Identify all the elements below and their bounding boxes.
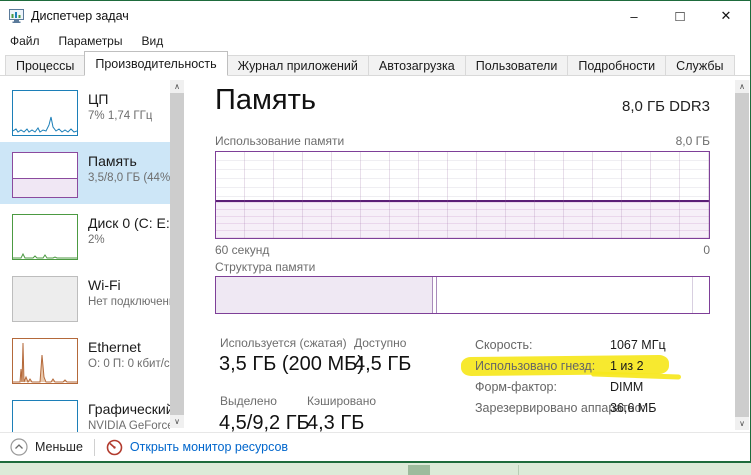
window-controls: – □ ✕ xyxy=(611,1,749,31)
sidebar-disk-title: Диск 0 (C: E: xyxy=(88,215,170,231)
page-title: Память xyxy=(215,84,316,117)
sidebar-scroll-down-icon[interactable]: ∨ xyxy=(170,415,184,428)
tab-startup[interactable]: Автозагрузка xyxy=(368,55,466,76)
ethernet-graph-thumbnail xyxy=(12,338,78,384)
sidebar-scroll-up-icon[interactable]: ∧ xyxy=(170,80,184,93)
stat-slots-label: Использовано гнезд: xyxy=(475,359,595,373)
stat-available-label: Доступно xyxy=(354,336,406,350)
sidebar-item-wifi[interactable]: Wi-Fi Нет подключени xyxy=(0,266,170,328)
composition-divider-free xyxy=(692,277,693,313)
tab-processes[interactable]: Процессы xyxy=(5,55,85,76)
sidebar-cpu-title: ЦП xyxy=(88,91,152,107)
sidebar-item-cpu[interactable]: ЦП 7% 1,74 ГГц xyxy=(0,80,170,142)
usage-chart-max-label: 8,0 ГБ xyxy=(676,134,710,148)
usage-chart-xright-label: 0 xyxy=(703,243,710,257)
sidebar-gpu-title: Графический xyxy=(88,401,170,417)
background-app-gridline xyxy=(518,465,519,475)
chevron-up-circle-icon[interactable] xyxy=(10,438,28,456)
main-scroll-thumb[interactable] xyxy=(735,93,749,417)
wifi-graph-thumbnail xyxy=(12,276,78,322)
memory-composition-bar xyxy=(215,276,710,314)
stat-reserved-value: 36,6 МБ xyxy=(610,401,656,415)
menu-bar: Файл Параметры Вид xyxy=(0,30,750,52)
stat-inuse-label: Используется (сжатая) xyxy=(220,336,347,350)
disk-graph-thumbnail xyxy=(12,214,78,260)
stat-committed-label: Выделено xyxy=(220,394,277,408)
sidebar-item-disk0[interactable]: Диск 0 (C: E: 2% xyxy=(0,204,170,266)
stat-cached-value: 4,3 ГБ xyxy=(307,412,364,432)
minimize-button[interactable]: – xyxy=(611,1,657,31)
memory-usage-graph xyxy=(215,151,710,239)
stat-inuse-value: 3,5 ГБ (200 МБ) xyxy=(219,353,364,376)
usage-grid xyxy=(216,152,709,238)
sidebar-list: ЦП 7% 1,74 ГГц Память 3,5/8,0 ГБ (44%) xyxy=(0,80,170,432)
performance-sidebar: ЦП 7% 1,74 ГГц Память 3,5/8,0 ГБ (44%) xyxy=(0,76,192,432)
sidebar-item-memory[interactable]: Память 3,5/8,0 ГБ (44%) xyxy=(0,142,170,204)
tab-app-history[interactable]: Журнал приложений xyxy=(227,55,369,76)
maximize-button[interactable]: □ xyxy=(657,1,703,31)
menu-file[interactable]: Файл xyxy=(10,34,40,48)
sidebar-item-gpu[interactable]: Графический NVIDIA GeForce ( xyxy=(0,390,170,432)
stat-available-value: 4,5 ГБ xyxy=(354,353,411,376)
task-manager-window: Диспетчер задач – □ ✕ Файл Параметры Вид… xyxy=(0,0,751,475)
usage-chart-label: Использование памяти xyxy=(215,134,344,148)
tab-bar: Процессы Производительность Журнал прило… xyxy=(0,52,750,76)
menu-view[interactable]: Вид xyxy=(141,34,163,48)
composition-divider-modified xyxy=(436,277,437,313)
sidebar-memory-title: Память xyxy=(88,153,170,169)
task-manager-icon xyxy=(9,9,24,23)
stat-speed-label: Скорость: xyxy=(475,338,532,352)
tab-users[interactable]: Пользователи xyxy=(465,55,569,76)
memory-graph-thumbnail xyxy=(12,152,78,198)
close-button[interactable]: ✕ xyxy=(703,1,749,31)
tab-services[interactable]: Службы xyxy=(665,55,734,76)
stat-formfactor-label: Форм-фактор: xyxy=(475,380,557,394)
window-title: Диспетчер задач xyxy=(31,9,129,23)
stat-formfactor-value: DIMM xyxy=(610,380,643,394)
sidebar-disk-subtitle: 2% xyxy=(88,234,170,246)
sidebar-scroll-thumb[interactable] xyxy=(170,93,184,415)
composition-inuse xyxy=(216,277,433,313)
footer-divider xyxy=(94,439,95,456)
stat-speed-value: 1067 МГц xyxy=(610,338,666,352)
memory-stats: Используется (сжатая) Доступно 3,5 ГБ (2… xyxy=(215,334,710,432)
usage-chart-xleft-label: 60 секунд xyxy=(215,243,269,257)
sidebar-cpu-subtitle: 7% 1,74 ГГц xyxy=(88,110,152,122)
main-scroll-down-icon[interactable]: ∨ xyxy=(735,417,749,430)
stat-committed-value: 4,5/9,2 ГБ xyxy=(219,412,310,432)
sidebar-gpu-subtitle: NVIDIA GeForce ( xyxy=(88,420,170,432)
gpu-graph-thumbnail xyxy=(12,400,78,432)
composition-chart-label: Структура памяти xyxy=(215,260,315,274)
menu-options[interactable]: Параметры xyxy=(59,34,123,48)
sidebar-wifi-subtitle: Нет подключени xyxy=(88,296,170,308)
sidebar-scrollbar[interactable]: ∧ ∨ xyxy=(170,80,184,428)
title-bar: Диспетчер задач – □ ✕ xyxy=(0,1,750,30)
background-app-strip xyxy=(0,461,751,475)
cpu-graph-thumbnail xyxy=(12,90,78,136)
stat-cached-label: Кэшировано xyxy=(307,394,376,408)
tab-performance[interactable]: Производительность xyxy=(84,51,227,76)
memory-detail-panel: Память 8,0 ГБ DDR3 Использование памяти … xyxy=(213,76,710,432)
fewer-details-button[interactable]: Меньше xyxy=(35,440,83,454)
open-resource-monitor-link[interactable]: Открыть монитор ресурсов xyxy=(130,440,288,454)
resource-monitor-icon xyxy=(106,439,123,456)
sidebar-wifi-title: Wi-Fi xyxy=(88,277,170,293)
background-window-edge-top xyxy=(0,0,751,1)
memory-total-label: 8,0 ГБ DDR3 xyxy=(622,98,710,115)
sidebar-ethernet-title: Ethernet xyxy=(88,339,170,355)
main-scroll-up-icon[interactable]: ∧ xyxy=(735,80,749,93)
main-scrollbar[interactable]: ∧ ∨ xyxy=(735,80,749,430)
tab-details[interactable]: Подробности xyxy=(567,55,666,76)
sidebar-ethernet-subtitle: О: 0 П: 0 кбит/с xyxy=(88,358,170,370)
performance-body: ЦП 7% 1,74 ГГц Память 3,5/8,0 ГБ (44%) xyxy=(0,76,750,432)
sidebar-item-ethernet[interactable]: Ethernet О: 0 П: 0 кбит/с xyxy=(0,328,170,390)
footer-bar: Меньше Открыть монитор ресурсов xyxy=(0,432,750,461)
stat-slots-value: 1 из 2 xyxy=(610,359,644,373)
sidebar-memory-subtitle: 3,5/8,0 ГБ (44%) xyxy=(88,172,170,184)
background-app-cell xyxy=(408,465,430,475)
